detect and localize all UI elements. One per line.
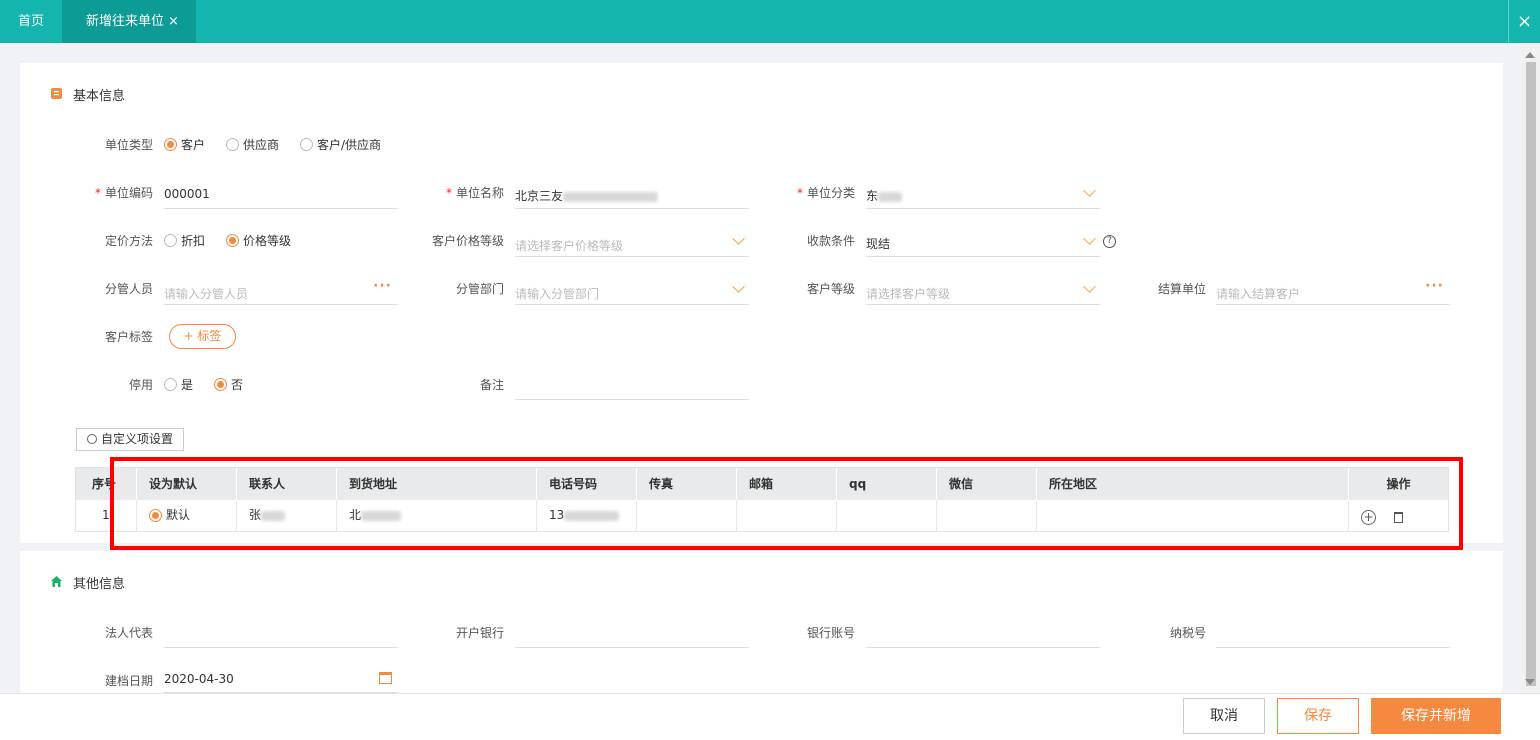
tab-close-icon[interactable]: ×: [168, 14, 179, 29]
save-and-new-button[interactable]: 保存并新增: [1371, 698, 1501, 734]
department-select[interactable]: 请输入分管部门: [515, 279, 749, 305]
unit-category-label: * 单位分类: [796, 186, 855, 200]
calendar-icon[interactable]: [379, 672, 392, 684]
bank-account-label: 银行账号: [806, 626, 855, 640]
unit-code-label: * 单位编码: [94, 186, 153, 200]
bank-label: 开户银行: [455, 626, 504, 640]
created-date-input[interactable]: 2020-04-30: [164, 668, 398, 693]
disabled-no-radio[interactable]: 否: [214, 376, 243, 393]
manager-label: 分管人员: [104, 282, 153, 296]
chevron-down-icon: [1083, 184, 1096, 197]
remark-label: 备注: [479, 378, 504, 392]
scroll-up-icon[interactable]: [1525, 52, 1535, 58]
unit-category-select[interactable]: 东: [866, 183, 1100, 209]
unit-name-input[interactable]: 北京三友: [515, 183, 749, 209]
radio-label: 是: [181, 378, 194, 392]
tax-no-label: 纳税号: [1169, 626, 1206, 640]
pricing-method-label: 定价方法: [104, 234, 153, 248]
unit-name-value: 北京三友: [515, 187, 659, 204]
customer-price-level-select[interactable]: 请选择客户价格等级: [515, 231, 749, 257]
radio-label: 折扣: [181, 234, 206, 248]
scrollbar-thumb[interactable]: [1526, 62, 1536, 686]
placeholder: 请选择客户等级: [866, 287, 951, 301]
chevron-down-icon: [1083, 232, 1096, 245]
chevron-down-icon: [732, 232, 745, 245]
add-tag-button[interactable]: + 标签: [169, 324, 236, 349]
chevron-down-icon: [1083, 280, 1096, 293]
pricing-discount-radio[interactable]: 折扣: [164, 232, 205, 249]
payment-terms-select[interactable]: 现结: [866, 231, 1100, 257]
unit-type-supplier-radio[interactable]: 供应商: [226, 136, 279, 153]
unit-type-customer-radio[interactable]: 客户: [164, 136, 205, 153]
bank-account-input[interactable]: [866, 622, 1100, 648]
save-button[interactable]: 保存: [1277, 698, 1359, 734]
more-icon[interactable]: ···: [1425, 278, 1444, 294]
bank-input[interactable]: [515, 622, 749, 648]
remark-input[interactable]: [515, 374, 749, 400]
legal-rep-label: 法人代表: [104, 626, 153, 640]
department-label: 分管部门: [455, 282, 504, 296]
scroll-down-icon[interactable]: [1525, 679, 1535, 685]
help-icon[interactable]: ?: [1103, 235, 1116, 248]
radio-unchecked-icon: [164, 234, 177, 247]
disabled-label: 停用: [128, 378, 153, 392]
tab-new-unit[interactable]: 新增往来单位 ×: [62, 0, 196, 43]
radio-label: 价格等级: [243, 234, 292, 248]
tab-new-unit-label: 新增往来单位: [86, 14, 165, 29]
unit-name-label: * 单位名称: [445, 186, 504, 200]
basic-info-title-text: 基本信息: [73, 89, 126, 104]
unit-type-label: 单位类型: [104, 138, 153, 152]
cancel-button[interactable]: 取消: [1183, 698, 1265, 734]
radio-checked-icon: [226, 234, 239, 247]
customer-tag-label: 客户标签: [104, 330, 153, 344]
radio-unchecked-icon: [300, 138, 313, 151]
top-bar: 首页 新增往来单位 × ×: [0, 0, 1540, 43]
placeholder: 请输入分管部门: [515, 287, 600, 301]
window-close-icon[interactable]: ×: [1508, 0, 1540, 43]
placeholder: 请输入分管人员: [164, 287, 249, 301]
radio-label: 供应商: [243, 138, 280, 152]
customer-level-select[interactable]: 请选择客户等级: [866, 279, 1100, 305]
radio-checked-icon: [164, 138, 177, 151]
radio-unchecked-icon: [226, 138, 239, 151]
chevron-down-icon: [732, 280, 745, 293]
gear-icon: [87, 434, 97, 444]
pricing-level-radio[interactable]: 价格等级: [226, 232, 291, 249]
payment-terms-label: 收款条件: [806, 234, 855, 248]
home-icon: [51, 576, 62, 587]
radio-checked-icon: [214, 378, 227, 391]
legal-rep-input[interactable]: [164, 622, 398, 648]
unit-code-value: 000001: [164, 187, 210, 201]
settlement-label: 结算单位: [1157, 282, 1206, 296]
tax-no-input[interactable]: [1216, 622, 1450, 648]
basic-info-title: 基本信息: [51, 85, 126, 104]
other-info-title-text: 其他信息: [73, 577, 126, 592]
radio-unchecked-icon: [164, 378, 177, 391]
more-icon[interactable]: ···: [373, 278, 392, 294]
customer-level-label: 客户等级: [806, 282, 855, 296]
settlement-input[interactable]: 请输入结算客户 ···: [1216, 278, 1450, 305]
customer-price-level-label: 客户价格等级: [431, 234, 504, 248]
radio-label: 客户/供应商: [317, 138, 382, 152]
radio-label: 客户: [181, 138, 206, 152]
custom-fields-button[interactable]: 自定义项设置: [76, 428, 184, 451]
other-info-title: 其他信息: [51, 573, 126, 592]
tab-home[interactable]: 首页: [0, 0, 62, 43]
created-date-value: 2020-04-30: [164, 672, 234, 686]
document-icon: [51, 88, 62, 99]
unit-type-both-radio[interactable]: 客户/供应商: [300, 136, 381, 153]
placeholder: 请输入结算客户: [1216, 287, 1301, 301]
placeholder: 请选择客户价格等级: [515, 239, 624, 253]
disabled-yes-radio[interactable]: 是: [164, 376, 193, 393]
created-date-label: 建档日期: [104, 674, 153, 688]
manager-input[interactable]: 请输入分管人员 ···: [164, 278, 398, 305]
unit-category-value: 东: [866, 187, 903, 204]
payment-terms-value: 现结: [866, 237, 891, 251]
unit-code-input[interactable]: 000001: [164, 183, 398, 209]
custom-fields-label: 自定义项设置: [101, 432, 174, 446]
highlight-box: [110, 457, 1463, 550]
radio-label: 否: [231, 378, 244, 392]
